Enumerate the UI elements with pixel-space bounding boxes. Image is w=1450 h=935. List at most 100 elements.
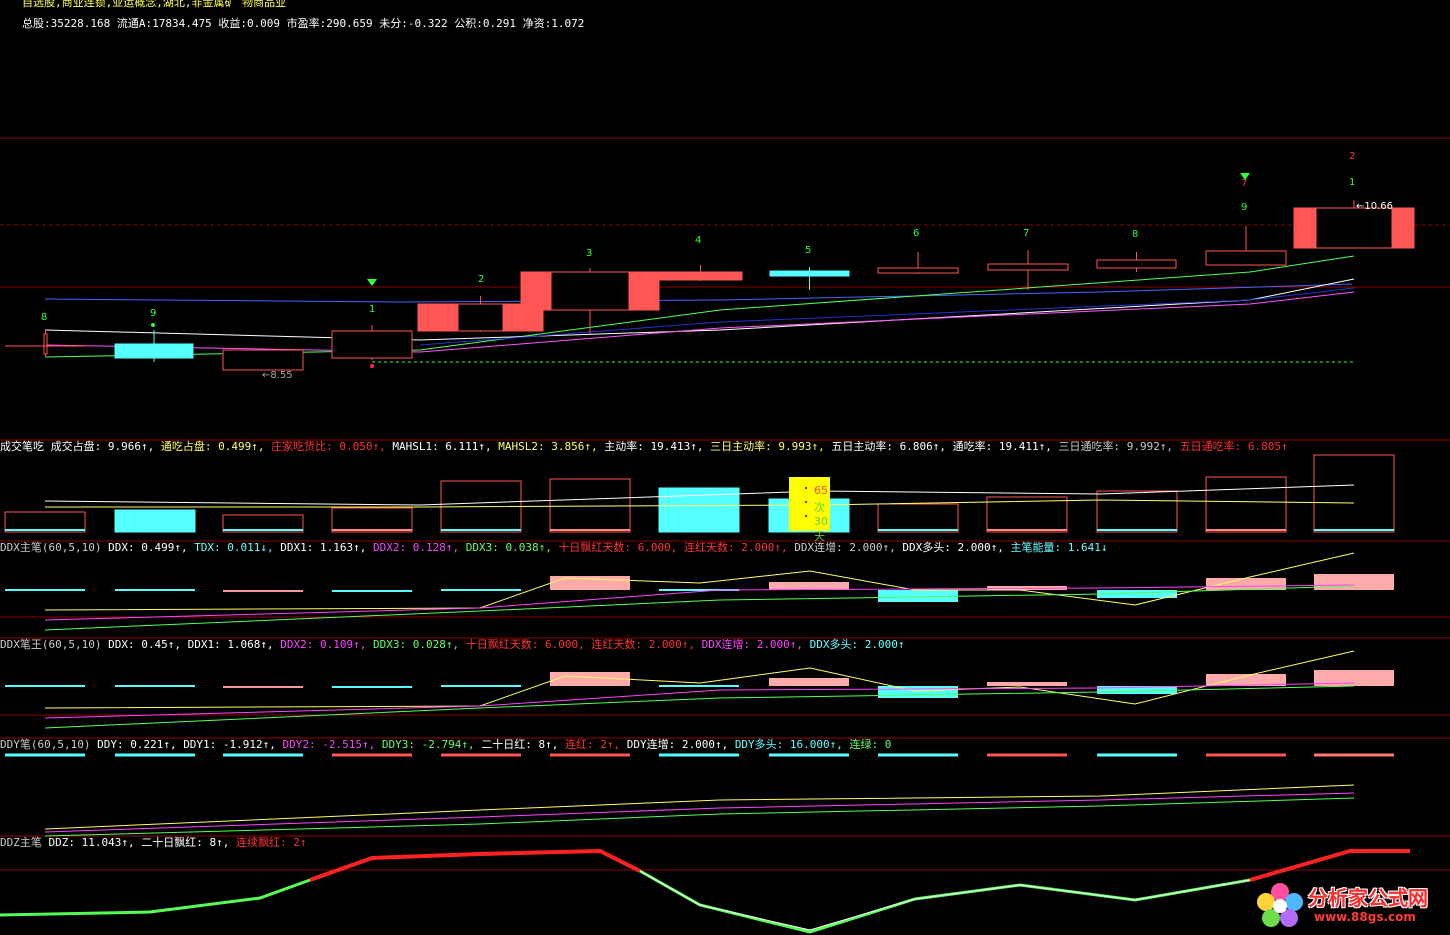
- ddx-wang-value-8: DDX多头: 2.000↑: [809, 638, 905, 651]
- ddy-value-0: DDY笔(60,5,10): [0, 738, 98, 751]
- badge-unit: 次: [814, 501, 825, 514]
- ddz-value-0: DDZ主笔: [0, 836, 49, 849]
- ddy-value-8: DDY多头: 16.000↑,: [734, 738, 850, 751]
- ddx-main-value-6: 十日飘红天数: 6.000,: [558, 541, 685, 554]
- ddy-value-6: 连红: 2↑,: [564, 738, 627, 751]
- candle-body-7: [769, 270, 850, 277]
- ddx-wang-bar-2: [223, 686, 303, 688]
- candle-body-0: [43, 333, 48, 355]
- ddy-line-yellow: [44, 784, 1355, 830]
- ddy-line-green: [44, 797, 1355, 837]
- turnover-value-9: 通吃率: 19.411↑,: [952, 440, 1059, 453]
- ddx-wang-bar-7: [769, 678, 849, 686]
- candle-body-10: [1096, 259, 1177, 269]
- ddx-main-value-0: DDX主笔(60,5,10): [0, 541, 109, 554]
- ddy-value-1: DDY: 0.221↑,: [97, 738, 184, 751]
- ddz-value-2: 二十日飘红: 8↑,: [141, 836, 236, 849]
- top-mark-a: 2: [1349, 151, 1355, 162]
- turnover-value-7: 三日主动率: 9.993↑,: [710, 440, 832, 453]
- candle-body-6: [658, 271, 743, 281]
- turnover-bar-10: [1096, 490, 1178, 533]
- candle-hollow-4: [457, 303, 504, 332]
- turnover-bar-1: [114, 509, 196, 533]
- ddx-main-value-1: DDX: 0.499↑,: [108, 541, 195, 554]
- candle-count-6: 5: [805, 245, 811, 256]
- ddx-main-bar-12: [1314, 574, 1394, 590]
- badge-count: 65: [814, 484, 828, 497]
- badge-days: 30天: [814, 515, 828, 543]
- candle-body-8: [877, 267, 959, 274]
- ddx-main-line-green: [44, 585, 1355, 631]
- ddy-value-4: DDY3: -2.794↑,: [381, 738, 482, 751]
- badge-dot-3: [805, 515, 807, 517]
- candle-count-11: 1: [1349, 177, 1355, 188]
- watermark-title: 分析家公式网: [1308, 886, 1428, 910]
- ddx-main-value-8: DDX连增: 2.000↑,: [794, 541, 903, 554]
- ddz-line-green-a: [0, 878, 311, 917]
- down-arrow-icon-1: [367, 279, 377, 286]
- ddy-line-magenta: [44, 792, 1355, 833]
- count-badge: 65 次 30天: [789, 477, 830, 543]
- ddx-main-value-5: DDX3: 0.038↑,: [465, 541, 559, 554]
- site-watermark: 分析家公式网 www.88gs.com: [1252, 878, 1450, 932]
- ddx-main-bar-2: [223, 590, 303, 592]
- turnover-bar-11: [1205, 476, 1287, 533]
- ddy-indicator-label: DDY笔(60,5,10) DDY: 0.221↑, DDY1: -1.912↑…: [0, 738, 891, 751]
- candle-count-9: 8: [1132, 229, 1138, 240]
- turnover-value-2: 通吃占盘: 0.499↑,: [160, 440, 272, 453]
- ddz-line-red-a: [309, 848, 641, 882]
- ddx-wang-value-5: 十日飘红天数: 6.000,: [465, 638, 592, 651]
- turnover-value-0: 成交笔吃: [0, 440, 51, 453]
- candle-count-3: 2: [478, 274, 484, 285]
- turnover-value-3: 庄家吃货比: 0.050↑,: [271, 440, 393, 453]
- ma-white-line: [44, 278, 1355, 341]
- ddy-value-9: 连绿: 0: [849, 738, 892, 751]
- candle-body-9: [987, 263, 1069, 271]
- turnover-bar-8: [877, 503, 959, 533]
- ddx-main-line-yellow: [44, 552, 1355, 611]
- ddx-main-value-9: DDX多头: 2.000↑,: [902, 541, 1011, 554]
- ddx-wang-value-0: DDX笔王(60,5,10): [0, 638, 109, 651]
- ma-green-line: [44, 255, 1355, 358]
- candle-count-8: 7: [1023, 228, 1029, 239]
- candle-count-2: 1: [369, 304, 375, 315]
- ddy-value-3: DDY2: -2.515↑,: [282, 738, 382, 751]
- ddx-main-value-10: 主笔能量: 1.641↓: [1010, 541, 1108, 554]
- ddx-wang-value-1: DDX: 0.45↑,: [108, 638, 188, 651]
- flower-logo-icon: [1257, 883, 1303, 927]
- candle-hollow-12: [1315, 207, 1393, 249]
- candle-count-4: 3: [586, 248, 592, 259]
- candle-body-11: [1205, 250, 1287, 266]
- badge-dot-2: [805, 501, 807, 503]
- top-mark-b: 7: [1241, 178, 1247, 189]
- ddx-main-value-7: 连红天数: 2.000↑,: [684, 541, 795, 554]
- turnover-value-6: 主动率: 19.413↑,: [604, 440, 711, 453]
- low-price-label: ←8.55: [262, 370, 293, 381]
- ddy-value-7: DDY连增: 2.000↑,: [626, 738, 735, 751]
- ddx-main-value-2: TDX: 0.011↓,: [194, 541, 281, 554]
- ddx-main-bar-5: [550, 576, 630, 590]
- watermark-url: www.88gs.com: [1314, 910, 1416, 924]
- ddz-value-3: 连续飘红: 2↑: [235, 836, 307, 849]
- ddx-wang-value-4: DDX3: 0.028↑,: [373, 638, 466, 651]
- ddx-wang-bar-9: [987, 682, 1067, 686]
- ddx-wang-value-6: 连红天数: 2.000↑,: [591, 638, 702, 651]
- ddz-value-1: DDZ: 11.043↑,: [48, 836, 142, 849]
- turnover-value-11: 五日通吃率: 6.805↑: [1179, 440, 1288, 453]
- candle-count-1: 9: [150, 308, 156, 319]
- ddx-main-bar-3: [332, 590, 412, 592]
- turnover-value-8: 五日主动率: 6.806↑,: [831, 440, 953, 453]
- ddz-line-red-b: [1249, 849, 1410, 882]
- ddx-main-value-4: DDX2: 0.128↑,: [373, 541, 466, 554]
- kline-chart[interactable]: 8 9 1 2 3 4 5 6 7 8 9 1 2 7 ←10.66 ←8.55: [0, 0, 1450, 935]
- ddx-wang-bar-8: [878, 686, 958, 698]
- turnover-indicator-label: 成交笔吃 成交占盘: 9.966↑, 通吃占盘: 0.499↑, 庄家吃货比: …: [0, 440, 1288, 453]
- turnover-value-1: 成交占盘: 9.966↑,: [50, 440, 161, 453]
- ddy-value-5: 二十日红: 8↑,: [481, 738, 565, 751]
- ddx-wang-line-yellow: [44, 650, 1355, 709]
- ddx-wang-bar-3: [332, 686, 412, 688]
- badge-dot-1: [805, 487, 807, 489]
- candle-body-3: [331, 330, 413, 359]
- ddx-wang-indicator-label: DDX笔王(60,5,10) DDX: 0.45↑, DDX1: 1.068↑,…: [0, 638, 905, 651]
- sell-dot-marker: [151, 323, 155, 327]
